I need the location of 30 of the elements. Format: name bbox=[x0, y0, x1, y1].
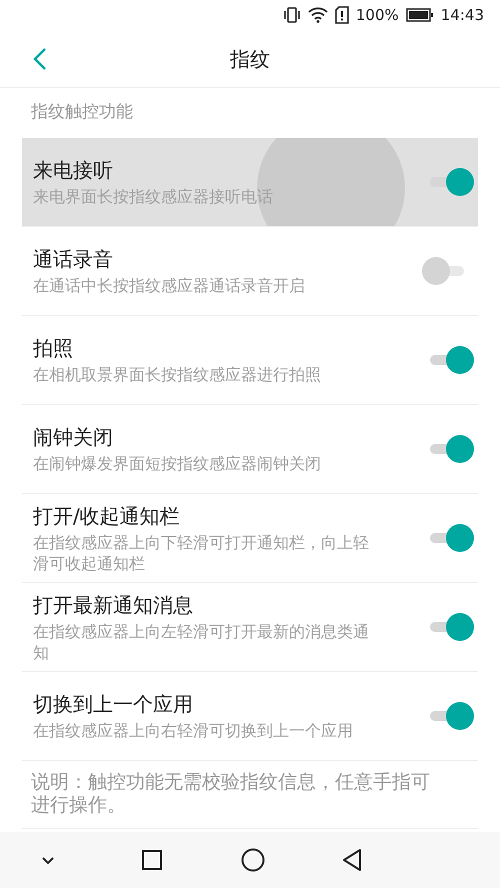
setting-description: 在指纹感应器上向左轻滑可打开最新的消息类通知 bbox=[33, 620, 370, 662]
battery-percent: 100% bbox=[356, 4, 399, 26]
battery-icon bbox=[406, 8, 434, 22]
back-chevron-icon bbox=[33, 47, 47, 71]
setting-title: 打开最新通知消息 bbox=[33, 592, 194, 618]
back-nav-button[interactable] bbox=[340, 847, 364, 873]
vibrate-icon bbox=[282, 7, 301, 23]
square-icon bbox=[141, 849, 163, 871]
recents-button[interactable] bbox=[140, 848, 164, 872]
page-title: 指纹 bbox=[230, 46, 270, 72]
sim-alert-icon bbox=[334, 6, 349, 24]
setting-description: 在相机取景界面长按指纹感应器进行拍照 bbox=[33, 364, 322, 385]
home-button[interactable] bbox=[240, 847, 266, 873]
note-text: 说明：触控功能无需校验指纹信息，任意手指可进行操作。 bbox=[31, 771, 431, 817]
setting-description: 在闹钟爆发界面短按指纹感应器闹钟关闭 bbox=[33, 453, 322, 474]
setting-description: 在通话中长按指纹感应器通话录音开启 bbox=[33, 275, 306, 296]
setting-description: 在指纹感应器上向右轻滑可切换到上一个应用 bbox=[33, 720, 354, 741]
section-title: 指纹触控功能 bbox=[30, 101, 134, 124]
clock-time: 14:43 bbox=[440, 4, 484, 26]
triangle-back-icon bbox=[342, 848, 362, 872]
setting-title: 拍照 bbox=[33, 335, 74, 361]
chevron-down-icon bbox=[41, 856, 55, 864]
setting-title: 通话录音 bbox=[33, 246, 114, 272]
wifi-icon bbox=[308, 7, 328, 23]
circle-icon bbox=[241, 848, 265, 872]
setting-title: 切换到上一个应用 bbox=[33, 691, 194, 717]
setting-description: 在指纹感应器上向下轻滑可打开通知栏，向上轻滑可收起通知栏 bbox=[33, 532, 370, 574]
setting-title: 来电接听 bbox=[33, 157, 114, 183]
setting-title: 闹钟关闭 bbox=[33, 424, 114, 450]
setting-title: 打开/收起通知栏 bbox=[33, 502, 181, 528]
